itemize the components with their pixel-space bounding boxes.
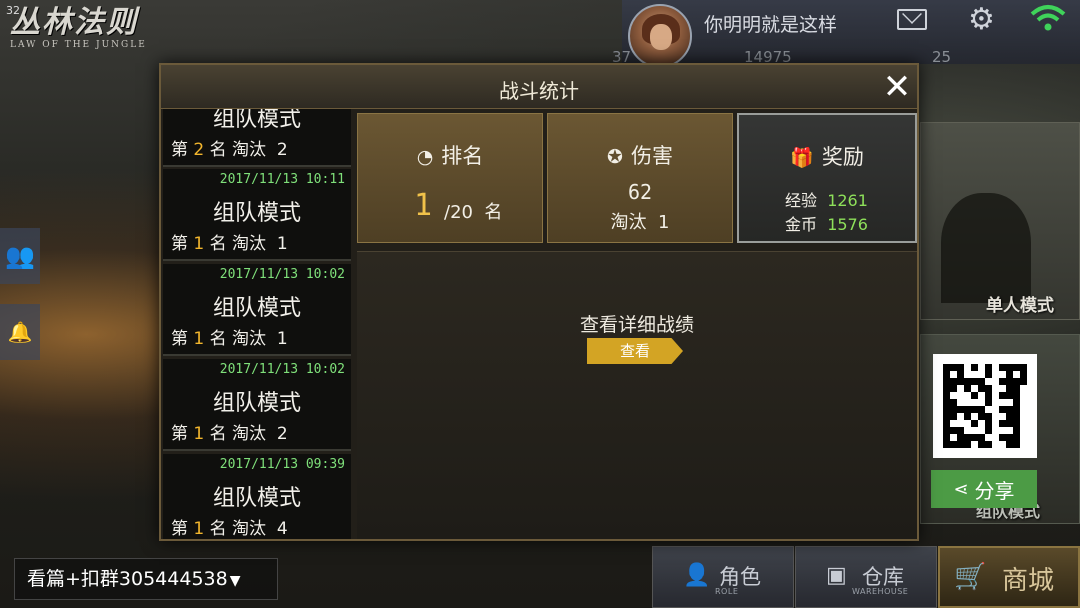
match-mode: 组队模式 (212, 201, 301, 226)
role-button[interactable]: 👤 角色 ROLE (652, 546, 794, 608)
rank-value: 1 (414, 188, 433, 223)
dropdown-caret-icon[interactable]: ▼ (230, 573, 241, 589)
medal-icon: ✪ (607, 146, 623, 168)
qr-code (933, 354, 1037, 458)
match-mode: 组队模式 (212, 486, 301, 511)
cart-icon: 🛒 (954, 562, 987, 592)
rank-icon: ◔ (416, 146, 434, 168)
match-list[interactable]: 组队模式 第 2 名 淘汰 2 2017/11/13 10:11 组队模式 第 … (161, 109, 353, 539)
match-date: 2017/11/13 10:11 (219, 172, 345, 187)
username: 你明明就是这样 (704, 14, 838, 36)
kill-count: 淘汰 1 (610, 212, 670, 233)
rank-total: /20 名 (444, 202, 503, 223)
list-item[interactable]: 2017/11/13 10:11 组队模式 第 1 名 淘汰 1 (163, 169, 351, 261)
gift-icon: 🎁 (790, 147, 814, 169)
share-button[interactable]: ⋖ 分享 (931, 470, 1037, 508)
solo-mode-label: 单人模式 (986, 296, 1054, 316)
reward-title: 🎁 奖励 (790, 145, 864, 169)
list-item[interactable]: 2017/11/13 09:39 组队模式 第 1 名 淘汰 4 (163, 454, 351, 539)
warehouse-icon: ▣ (826, 563, 847, 588)
damage-value: 62 (627, 180, 653, 204)
damage-title: ✪ 伤害 (607, 144, 673, 168)
match-rank: 第 2 名 淘汰 2 (171, 140, 288, 160)
friends-icon[interactable]: 👥 (0, 228, 40, 284)
game-logo: 丛林法则 LAW OF THE JUNGLE (10, 6, 200, 54)
match-date: 2017/11/13 09:39 (219, 457, 345, 472)
gold-row: 金币 1576 (785, 215, 868, 234)
gem-count: 25 (932, 48, 952, 66)
detail-panel: 查看详细战绩 查看 (357, 251, 917, 539)
exp-row: 经验 1261 (785, 191, 868, 210)
share-label: 分享 (974, 478, 1015, 503)
chat-input[interactable]: 看篇+扣群305444538 ▼ (14, 558, 278, 600)
list-item[interactable]: 2017/11/13 10:02 组队模式 第 1 名 淘汰 1 (163, 264, 351, 356)
list-item[interactable]: 2017/11/13 10:02 组队模式 第 1 名 淘汰 2 (163, 359, 351, 451)
match-rank: 第 1 名 淘汰 4 (171, 519, 288, 539)
share-icon: ⋖ (953, 478, 969, 500)
logo-title: 丛林法则 (10, 5, 138, 40)
rank-panel: ◔ 排名 1 /20 名 (357, 113, 543, 243)
dialog-header: 战斗统计 ✕ (161, 65, 917, 109)
alert-icon[interactable]: 🔔 (0, 304, 40, 360)
gear-icon[interactable]: ⚙ (968, 5, 995, 35)
logo-subtitle: LAW OF THE JUNGLE (10, 40, 147, 50)
damage-panel: ✪ 伤害 62 淘汰 1 (547, 113, 733, 243)
role-sub: ROLE (715, 587, 739, 596)
match-mode: 组队模式 (212, 296, 301, 321)
close-icon[interactable]: ✕ (877, 68, 917, 106)
reward-panel: 🎁 奖励 经验 1261 金币 1576 (737, 113, 917, 243)
view-button[interactable]: 查看 (587, 338, 683, 364)
avatar[interactable] (628, 4, 692, 68)
match-rank: 第 1 名 淘汰 1 (171, 329, 288, 349)
battle-stats-dialog: 战斗统计 ✕ 组队模式 第 2 名 淘汰 2 2017/11/13 10:11 … (159, 63, 919, 541)
chat-text: 看篇+扣群305444538 (27, 568, 228, 590)
match-rank: 第 1 名 淘汰 1 (171, 234, 288, 254)
rank-title: ◔ 排名 (416, 144, 484, 168)
detail-text: 查看详细战绩 (579, 314, 694, 336)
warehouse-button[interactable]: ▣ 仓库 WAREHOUSE (795, 546, 937, 608)
dialog-title: 战斗统计 (499, 79, 579, 103)
match-date: 2017/11/13 10:02 (219, 362, 345, 377)
role-icon: 👤 (683, 563, 711, 588)
match-date: 2017/11/13 10:02 (219, 267, 345, 282)
match-mode: 组队模式 (212, 109, 301, 132)
warehouse-sub: WAREHOUSE (852, 587, 909, 596)
mail-icon[interactable] (897, 9, 927, 30)
shop-label: 商城 (1002, 566, 1055, 596)
list-item[interactable]: 组队模式 第 2 名 淘汰 2 (163, 109, 351, 167)
wifi-icon (1030, 5, 1066, 31)
match-mode: 组队模式 (212, 391, 301, 416)
shop-button[interactable]: 🛒 商城 (938, 546, 1080, 608)
match-rank: 第 1 名 淘汰 2 (171, 424, 288, 444)
